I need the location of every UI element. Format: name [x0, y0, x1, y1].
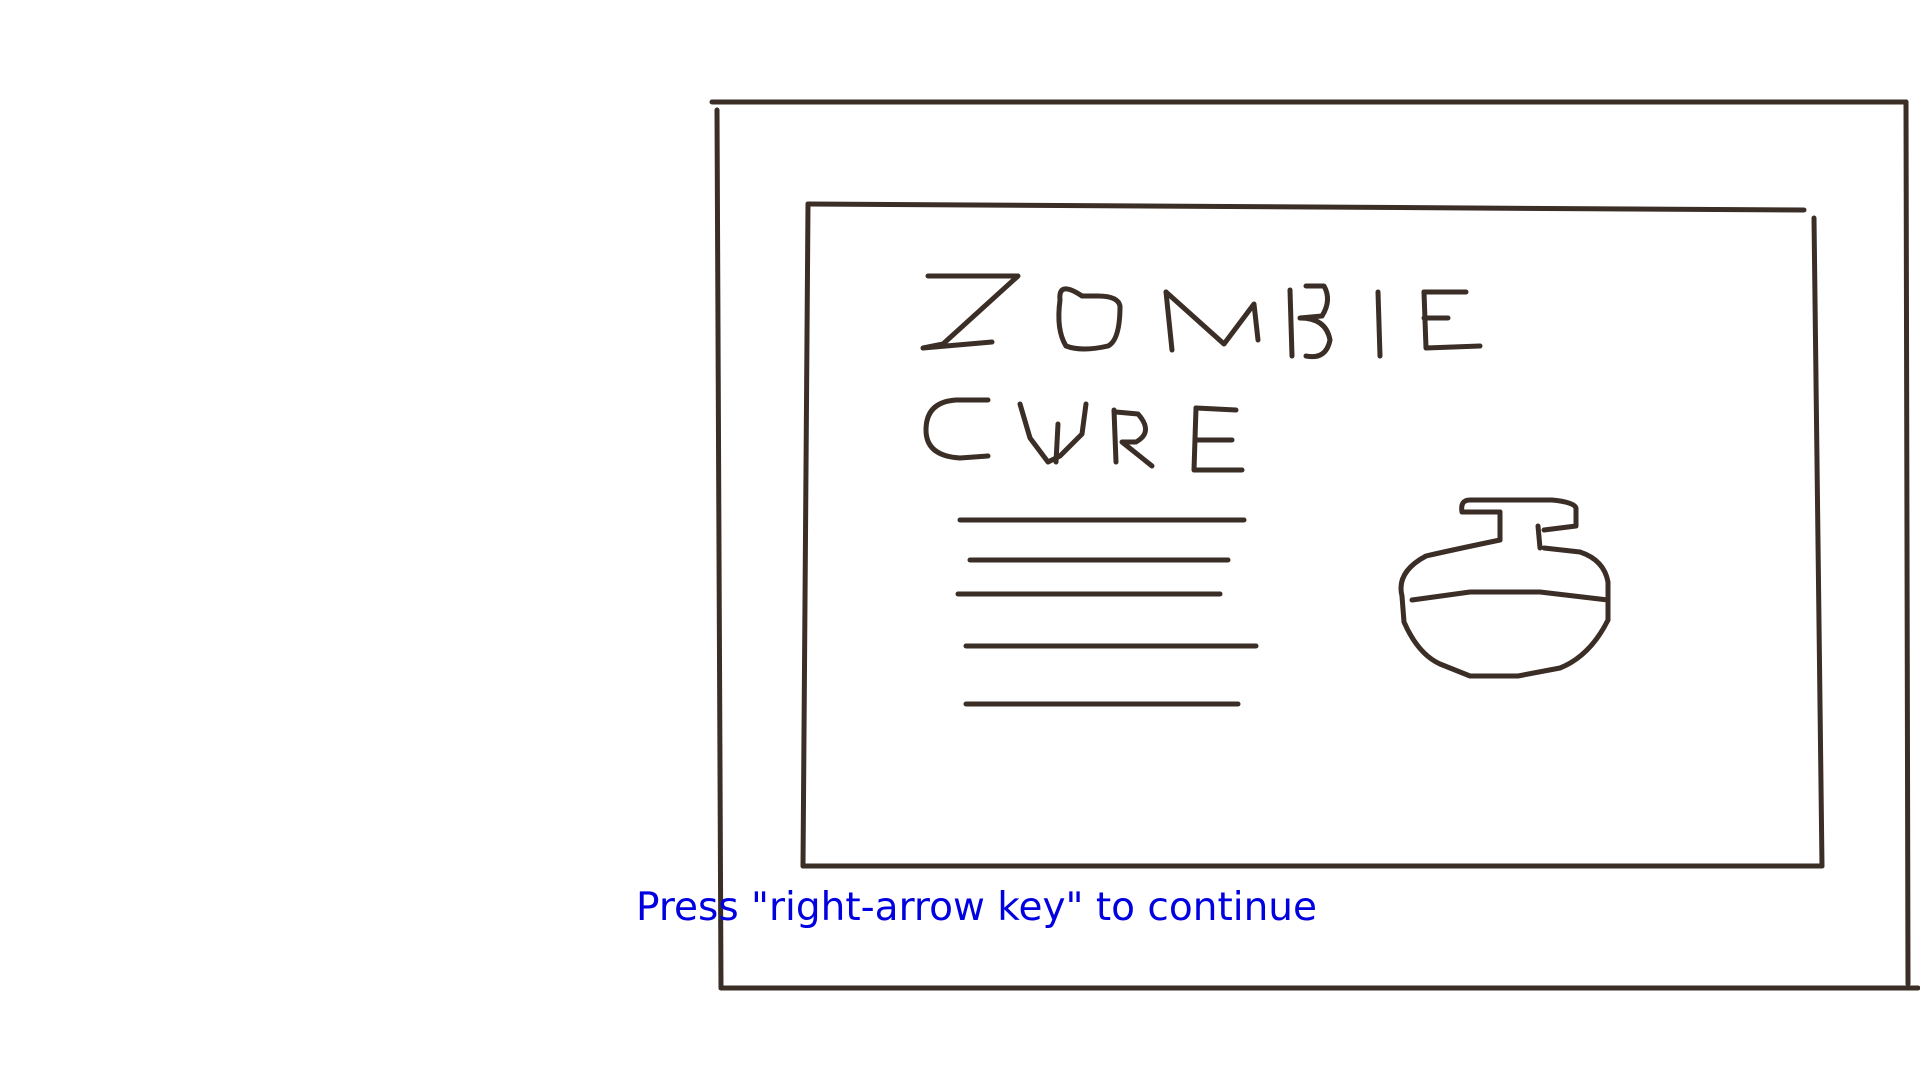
book-title-cure — [923, 397, 1245, 473]
potion-flask-icon — [1398, 497, 1611, 679]
book-title-zombie — [920, 273, 1483, 360]
continue-prompt: Press "right-arrow key" to continue — [636, 885, 1317, 930]
book-text-lines — [955, 517, 1259, 707]
book-inner-panel — [800, 201, 1825, 869]
book-outer-frame — [709, 99, 1920, 991]
